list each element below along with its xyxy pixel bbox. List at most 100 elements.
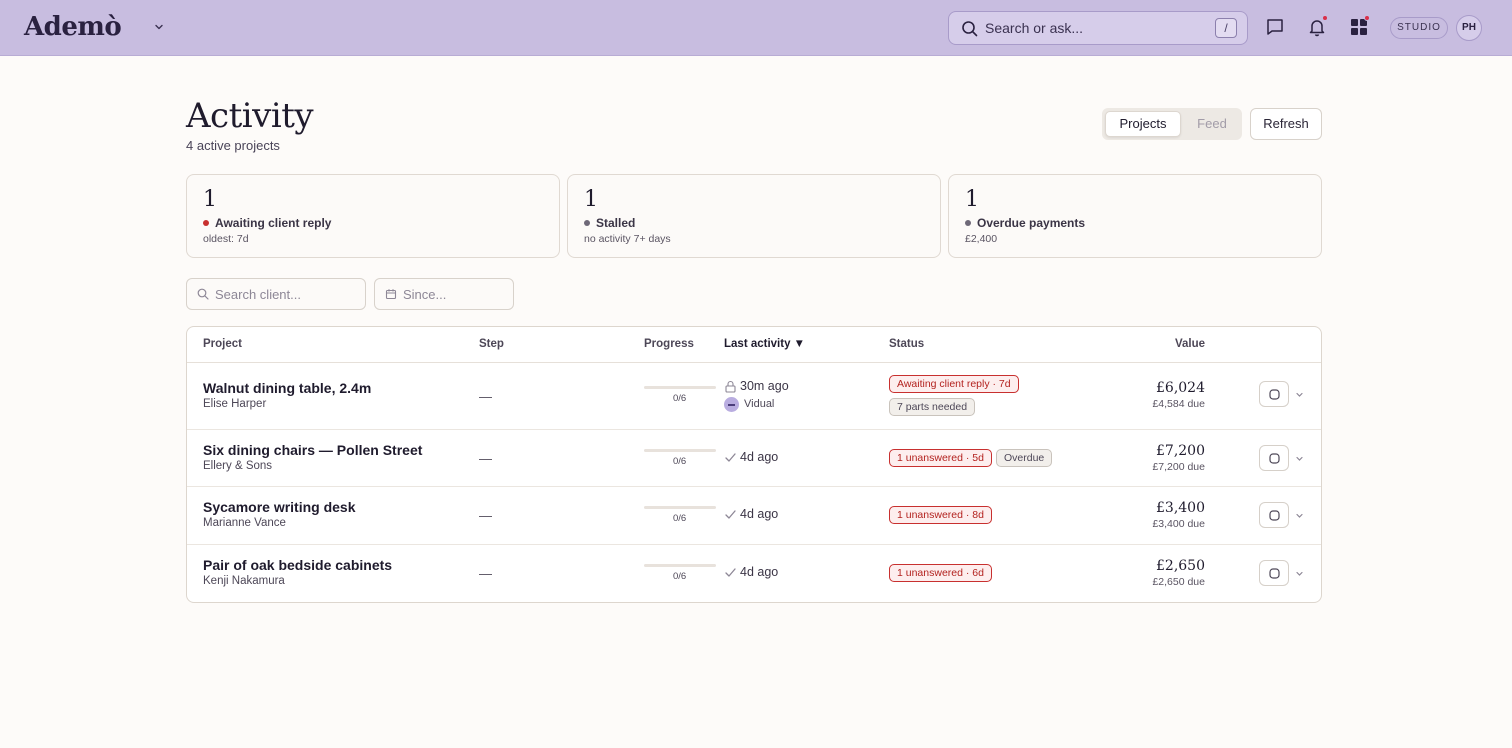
- project-client: Marianne Vance: [203, 517, 286, 529]
- stat-count: 1: [203, 187, 217, 212]
- status-dot: [203, 220, 209, 226]
- project-name[interactable]: Six dining chairs — Pollen Street: [203, 442, 422, 458]
- since-date-input[interactable]: Since...: [374, 278, 514, 310]
- studio-badge[interactable]: STUDIO: [1390, 17, 1448, 39]
- progress-text: 0/6: [673, 571, 687, 582]
- column-header-value[interactable]: Value: [1175, 338, 1205, 350]
- progress-bar: [644, 506, 716, 509]
- column-header-step[interactable]: Step: [479, 338, 504, 350]
- settings-icon: [1269, 510, 1280, 521]
- user-avatar-icon: [724, 397, 739, 412]
- progress-bar: [644, 449, 716, 452]
- row-action-button[interactable]: [1259, 502, 1289, 528]
- stat-meta: no activity 7+ days: [584, 233, 671, 245]
- stat-card-overdue-payments[interactable]: 1 Overdue payments £2,400: [948, 174, 1322, 258]
- project-amount-due: £2,650 due: [1152, 576, 1205, 588]
- table-header: Project Step Progress Last activity ▼ St…: [187, 327, 1321, 363]
- tab-projects[interactable]: Projects: [1105, 111, 1181, 137]
- project-client: Ellery & Sons: [203, 460, 273, 472]
- apps-notification-dot: [1364, 15, 1370, 21]
- row-action-button[interactable]: [1259, 560, 1289, 586]
- project-name[interactable]: Walnut dining table, 2.4m: [203, 380, 371, 396]
- column-header-status[interactable]: Status: [889, 338, 924, 350]
- project-client: Elise Harper: [203, 398, 267, 410]
- column-header-project[interactable]: Project: [203, 338, 242, 350]
- project-step: —: [479, 508, 492, 523]
- chevron-down-icon[interactable]: [1294, 389, 1305, 400]
- progress-bar: [644, 564, 716, 567]
- stat-label: Overdue payments: [965, 216, 1085, 230]
- project-step: —: [479, 389, 492, 404]
- status-badge: 1 unanswered · 5d: [889, 449, 992, 467]
- chevron-down-icon[interactable]: [1294, 568, 1305, 579]
- client-search-placeholder: Search client...: [215, 287, 301, 302]
- chevron-down-icon[interactable]: [1294, 453, 1305, 464]
- project-name[interactable]: Sycamore writing desk: [203, 499, 356, 515]
- progress-text: 0/6: [673, 393, 687, 404]
- top-bar: Ademò Search or ask... / STUDIO PH: [0, 0, 1512, 56]
- progress-text: 0/6: [673, 456, 687, 467]
- table-row[interactable]: Pair of oak bedside cabinets Kenji Nakam…: [187, 545, 1321, 602]
- settings-icon: [1269, 389, 1280, 400]
- stat-label: Stalled: [584, 216, 635, 230]
- app-logo[interactable]: Ademò: [24, 12, 122, 42]
- lock-icon: [725, 380, 736, 393]
- status-badge: Awaiting client reply · 7d: [889, 375, 1019, 393]
- check-icon: [725, 510, 736, 519]
- project-amount-due: £7,200 due: [1152, 461, 1205, 473]
- settings-icon: [1269, 568, 1280, 579]
- status-badge: 1 unanswered · 8d: [889, 506, 992, 524]
- client-search-input[interactable]: Search client...: [186, 278, 366, 310]
- messages-icon[interactable]: [1264, 16, 1286, 38]
- project-value: £2,650: [1156, 558, 1205, 574]
- stat-count: 1: [584, 187, 598, 212]
- project-value: £7,200: [1156, 443, 1205, 459]
- last-activity-time: 30m ago: [740, 379, 789, 393]
- last-activity-time: 4d ago: [740, 565, 779, 579]
- search-shortcut-key: /: [1215, 18, 1237, 38]
- stat-card-stalled[interactable]: 1 Stalled no activity 7+ days: [567, 174, 941, 258]
- status-badge: 7 parts needed: [889, 398, 976, 416]
- last-activity-time: 4d ago: [740, 507, 779, 521]
- stat-label-text: Stalled: [596, 216, 636, 230]
- global-search-input[interactable]: Search or ask... /: [948, 11, 1248, 45]
- stat-label-text: Awaiting client reply: [215, 216, 332, 230]
- settings-icon: [1269, 453, 1280, 464]
- progress-bar: [644, 386, 716, 389]
- column-header-progress[interactable]: Progress: [644, 338, 694, 350]
- stat-label-text: Overdue payments: [977, 216, 1086, 230]
- refresh-button[interactable]: Refresh: [1250, 108, 1322, 140]
- last-activity-user: Vidual: [744, 398, 775, 410]
- search-placeholder: Search or ask...: [985, 20, 1084, 36]
- view-toggle: Projects Feed: [1102, 108, 1242, 140]
- project-step: —: [479, 566, 492, 581]
- notification-dot: [1322, 15, 1328, 21]
- project-value: £6,024: [1156, 380, 1205, 396]
- column-header-last-activity[interactable]: Last activity ▼: [724, 338, 805, 350]
- tab-feed[interactable]: Feed: [1184, 111, 1240, 137]
- status-badge: Overdue: [996, 449, 1053, 467]
- project-amount-due: £3,400 due: [1152, 518, 1205, 530]
- check-icon: [725, 453, 736, 462]
- row-action-button[interactable]: [1259, 381, 1289, 407]
- page-subtitle: 4 active projects: [186, 138, 280, 153]
- table-row[interactable]: Six dining chairs — Pollen Street Ellery…: [187, 430, 1321, 487]
- last-activity-time: 4d ago: [740, 450, 779, 464]
- stat-card-awaiting-reply[interactable]: 1 Awaiting client reply oldest: 7d: [186, 174, 560, 258]
- project-client: Kenji Nakamura: [203, 575, 285, 587]
- project-amount-due: £4,584 due: [1152, 398, 1205, 410]
- table-row[interactable]: Walnut dining table, 2.4m Elise Harper —…: [187, 363, 1321, 430]
- row-action-button[interactable]: [1259, 445, 1289, 471]
- project-name[interactable]: Pair of oak bedside cabinets: [203, 557, 392, 573]
- stat-label: Awaiting client reply: [203, 216, 331, 230]
- table-row[interactable]: Sycamore writing desk Marianne Vance — 0…: [187, 487, 1321, 545]
- project-value: £3,400: [1156, 500, 1205, 516]
- chevron-down-icon[interactable]: [152, 20, 166, 34]
- since-date-placeholder: Since...: [403, 287, 447, 302]
- page-title: Activity: [186, 96, 314, 136]
- chevron-down-icon[interactable]: [1294, 510, 1305, 521]
- user-avatar[interactable]: PH: [1456, 15, 1482, 41]
- search-icon: [197, 288, 209, 300]
- search-icon: [962, 21, 978, 37]
- calendar-icon: [385, 289, 397, 300]
